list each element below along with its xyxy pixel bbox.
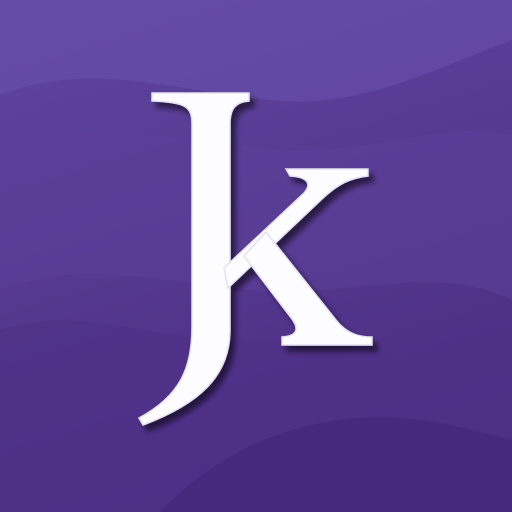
jk-monogram-logo-icon — [0, 0, 512, 512]
app-icon — [0, 0, 512, 512]
